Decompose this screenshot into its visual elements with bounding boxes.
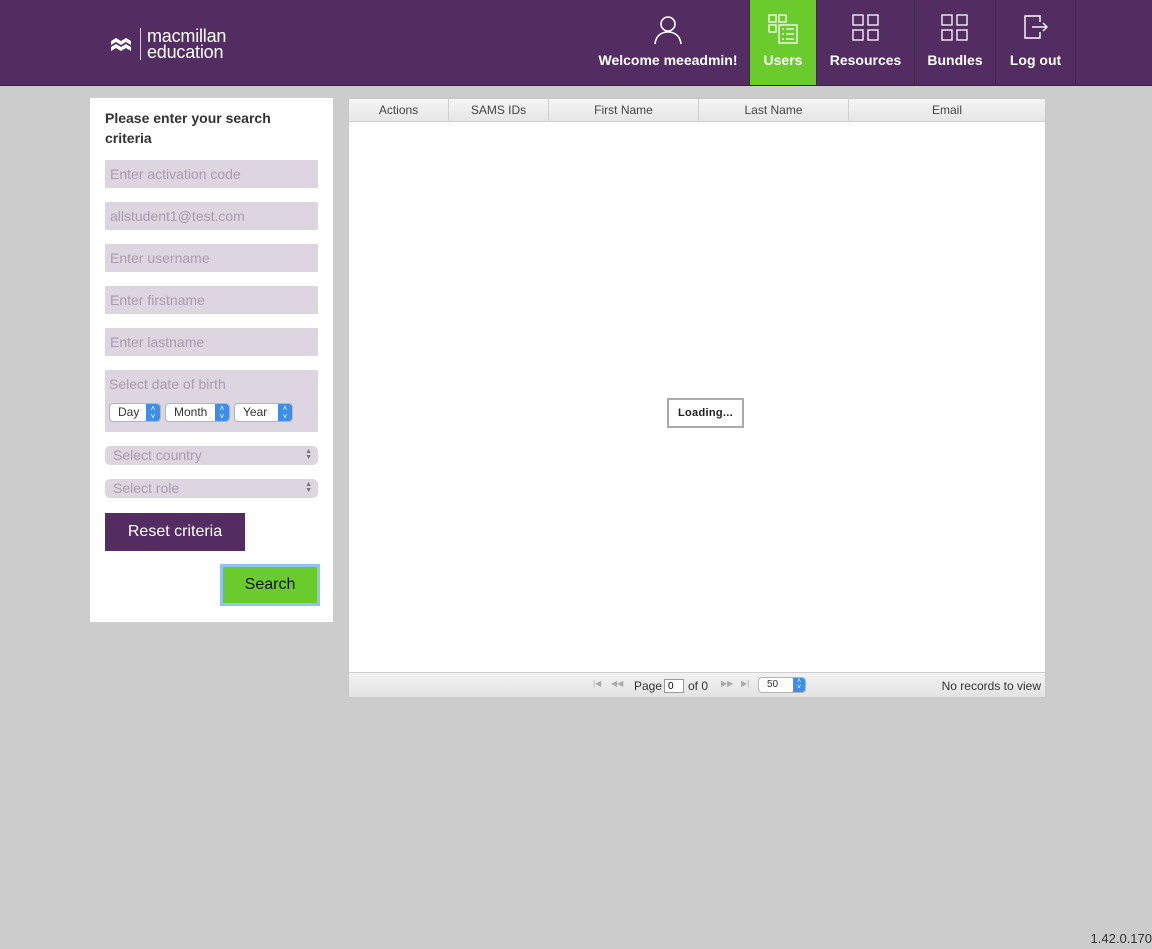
lastname-input[interactable]	[105, 328, 318, 356]
dob-month-value: Month	[174, 405, 208, 419]
users-list-icon	[768, 14, 798, 44]
page-size-value: 50	[767, 679, 779, 690]
select-arrows-icon: ˄ ˅	[215, 404, 229, 421]
search-panel-title: Please enter your search criteria	[105, 110, 271, 146]
column-header-first-name[interactable]: First Name	[549, 99, 699, 122]
activation-code-input[interactable]	[105, 160, 318, 188]
email-input[interactable]	[105, 202, 318, 230]
dob-label: Select date of birth	[109, 376, 226, 392]
grid-header: Actions SAMS IDs First Name Last Name Em…	[349, 99, 1045, 122]
nav-logout-label: Log out	[1009, 52, 1062, 68]
nav-welcome-label: Welcome meeadmin!	[598, 52, 738, 68]
column-header-email[interactable]: Email	[849, 99, 1045, 122]
prev-page-icon[interactable]: ◀◀	[611, 679, 623, 688]
resources-grid-icon	[851, 14, 879, 41]
dob-month-select[interactable]: Month ˄ ˅	[165, 403, 230, 422]
page-count-label: of 0	[688, 679, 709, 693]
nav-resources-label: Resources	[829, 52, 902, 68]
logout-icon	[1023, 15, 1048, 39]
top-navigation-bar: macmillan education Welcome meeadmin! Us…	[0, 0, 1152, 86]
country-select-value: Select country	[113, 447, 202, 463]
nav-resources[interactable]: Resources	[817, 0, 914, 85]
dob-year-value: Year	[243, 405, 268, 419]
users-results-grid: Actions SAMS IDs First Name Last Name Em…	[348, 98, 1046, 698]
next-page-icon[interactable]: ▶▶	[721, 679, 733, 688]
bundles-grid-icon	[941, 14, 968, 41]
nav-separator	[1075, 0, 1076, 85]
nav-users-label: Users	[763, 52, 803, 68]
nav-logout[interactable]: Log out	[996, 0, 1075, 85]
nav-users[interactable]: Users	[750, 0, 816, 85]
nav-welcome[interactable]: Welcome meeadmin!	[590, 0, 746, 85]
dob-day-select[interactable]: Day ˄ ˅	[109, 403, 161, 422]
dob-year-select[interactable]: Year ˄ ˅	[234, 403, 293, 422]
loading-indicator: Loading...	[667, 398, 744, 428]
reset-criteria-button[interactable]: Reset criteria	[105, 513, 245, 551]
page-label: Page	[634, 679, 663, 693]
macmillan-logo[interactable]: macmillan education	[110, 24, 226, 64]
nav-bundles[interactable]: Bundles	[915, 0, 995, 85]
select-arrows-icon: ˄ ˅	[278, 404, 292, 421]
role-select[interactable]: Select role ▲ ▼	[105, 479, 318, 498]
first-page-icon[interactable]: |◀	[593, 679, 601, 688]
select-arrows-icon: ▲ ▼	[305, 448, 312, 461]
grid-body: Loading...	[349, 123, 1045, 673]
column-header-actions[interactable]: Actions	[349, 99, 449, 122]
nav-bundles-label: Bundles	[927, 52, 983, 68]
logo-wordmark: macmillan education	[147, 27, 226, 62]
records-info: No records to view	[941, 679, 1041, 693]
page-size-select[interactable]: 50 ˄ ˅	[758, 677, 806, 693]
role-select-value: Select role	[113, 480, 180, 496]
macmillan-logo-icon	[111, 38, 131, 51]
search-criteria-panel: Please enter your search criteria Select…	[90, 98, 333, 622]
dob-day-value: Day	[118, 405, 140, 419]
country-select[interactable]: Select country ▲ ▼	[105, 446, 318, 465]
select-arrows-icon: ˄ ˅	[793, 678, 805, 692]
column-header-last-name[interactable]: Last Name	[699, 99, 849, 122]
username-input[interactable]	[105, 244, 318, 272]
column-header-sams-ids[interactable]: SAMS IDs	[449, 99, 549, 122]
logo-divider	[140, 28, 141, 60]
firstname-input[interactable]	[105, 286, 318, 314]
user-icon	[654, 16, 682, 45]
app-version: 1.42.0.170	[1090, 931, 1152, 946]
grid-pager: |◀ ◀◀ Page of 0 ▶▶ ▶| 50 ˄˅ No records t…	[349, 672, 1045, 697]
date-of-birth-group: Select date of birth Day ˄ ˅ Month ˄ ˅ Yea…	[105, 370, 318, 432]
select-arrows-icon: ▲ ▼	[305, 481, 312, 494]
logo-line-2: education	[147, 42, 224, 62]
last-page-icon[interactable]: ▶|	[741, 679, 749, 688]
page-number-input[interactable]	[664, 679, 684, 693]
select-arrows-icon: ˄ ˅	[146, 404, 160, 421]
search-button[interactable]: Search	[220, 564, 320, 606]
